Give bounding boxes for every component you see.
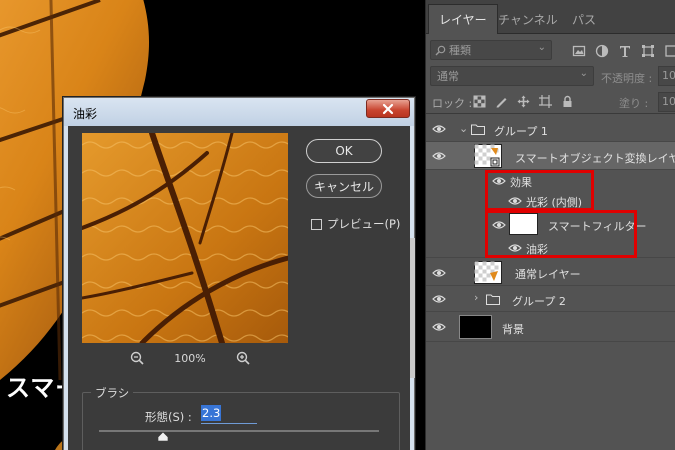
highlight-box-effects [485, 170, 594, 211]
layer-filter-row: 種類 ⌄ [426, 38, 675, 64]
chevron-right-icon[interactable]: › [474, 291, 478, 304]
folder-icon [486, 294, 500, 305]
dialog-title: 油彩 [73, 107, 98, 121]
layer-row[interactable]: 通常レイヤー [426, 259, 675, 286]
preview-checkbox-box[interactable] [311, 218, 322, 230]
blend-mode-row: 通常 ⌄ 不透明度 : 10 [426, 64, 675, 88]
pixel-layer-filter-icon[interactable] [572, 44, 586, 58]
eye-icon[interactable] [432, 124, 446, 134]
stylize-label: 形態(S) : [145, 410, 192, 424]
zoom-controls: 100% [130, 350, 250, 366]
kind-filter-value: 種類 [449, 44, 471, 57]
ok-button[interactable]: OK [306, 139, 382, 163]
background-thumbnail [459, 315, 492, 339]
folder-icon [471, 124, 485, 135]
fill-input[interactable]: 10 [658, 92, 675, 112]
layer-row[interactable]: 背景 [426, 312, 675, 342]
search-icon [435, 45, 446, 55]
fill-label: 塗り : [619, 97, 649, 110]
close-button[interactable] [366, 99, 410, 118]
eye-icon[interactable] [432, 294, 446, 304]
chevron-down-icon: ⌄ [579, 68, 588, 79]
chevron-down-icon: ⌄ [537, 42, 546, 53]
lock-label: ロック : [432, 97, 473, 110]
smart-object-thumbnail [474, 144, 502, 168]
preview-checkbox[interactable]: プレビュー(P) [311, 216, 400, 232]
canvas-scrollbar[interactable] [410, 238, 415, 378]
eye-icon[interactable] [432, 151, 446, 161]
layer-name: 背景 [502, 323, 524, 336]
lock-position-icon[interactable] [517, 95, 530, 108]
zoom-in-icon[interactable] [236, 351, 250, 365]
cancel-button[interactable]: キャンセル [306, 174, 382, 198]
kind-filter-select[interactable]: 種類 ⌄ [430, 40, 552, 60]
oil-paint-dialog: 油彩 OK キャンセル プレビュー(P) 100% ブラシ 形態(S): 2.… [63, 97, 415, 450]
layer-row-selected[interactable]: スマートオブジェクト変換レイヤー [426, 142, 675, 170]
tab-paths[interactable]: パス [562, 4, 606, 34]
blend-mode-value: 通常 [437, 70, 459, 83]
preview-leaf-texture [82, 133, 288, 343]
chevron-down-icon[interactable]: ⌄ [459, 122, 468, 135]
stylize-slider-thumb[interactable] [158, 432, 169, 441]
highlight-box-smart-filter [485, 210, 637, 258]
dialog-titlebar[interactable]: 油彩 [64, 98, 414, 126]
stylize-input[interactable]: 2.3 [201, 405, 257, 424]
opacity-label: 不透明度 : [601, 72, 653, 85]
layer-row[interactable]: › グループ 2 [426, 286, 675, 312]
layer-name: グループ 1 [494, 125, 548, 138]
smart-object-filter-icon[interactable] [664, 44, 675, 58]
stylize-slider-track[interactable] [99, 430, 379, 432]
lock-all-icon[interactable] [561, 95, 574, 108]
layer-row[interactable]: ⌄ グループ 1 [426, 116, 675, 142]
zoom-out-icon[interactable] [130, 351, 144, 365]
layer-name: スマートオブジェクト変換レイヤー [515, 152, 675, 165]
adjustment-filter-icon[interactable] [595, 44, 609, 58]
lock-row: ロック : 塗り : 10 [426, 90, 675, 114]
zoom-level: 100% [174, 351, 206, 365]
layer-name: グループ 2 [512, 295, 566, 308]
layer-name: 通常レイヤー [515, 268, 581, 281]
close-icon [382, 103, 394, 114]
filter-preview-image[interactable] [82, 133, 288, 343]
shape-filter-icon[interactable] [641, 44, 655, 58]
lock-artboard-icon[interactable] [539, 95, 552, 108]
brush-group-label: ブラシ [91, 385, 134, 401]
tab-channels[interactable]: チャンネル [488, 4, 568, 34]
preview-checkbox-label: プレビュー(P) [327, 217, 401, 231]
blend-mode-select[interactable]: 通常 ⌄ [430, 66, 594, 86]
lock-image-pixels-icon[interactable] [495, 95, 508, 108]
panel-tabs: レイヤー チャンネル パス [426, 0, 675, 34]
layers-panel: レイヤー チャンネル パス 種類 ⌄ 通常 ⌄ 不透明度 : 10 ロック : … [425, 0, 675, 450]
lock-transparent-pixels-icon[interactable] [473, 95, 486, 108]
layer-thumbnail [474, 261, 502, 284]
type-filter-icon[interactable] [618, 44, 632, 58]
opacity-input[interactable]: 10 [658, 66, 675, 86]
eye-icon[interactable] [432, 268, 446, 278]
brush-settings-group: ブラシ 形態(S) : 2.3 [82, 385, 400, 450]
dialog-body: OK キャンセル プレビュー(P) 100% ブラシ 形態(S) : 2.3 [64, 126, 414, 450]
eye-icon[interactable] [432, 322, 446, 332]
